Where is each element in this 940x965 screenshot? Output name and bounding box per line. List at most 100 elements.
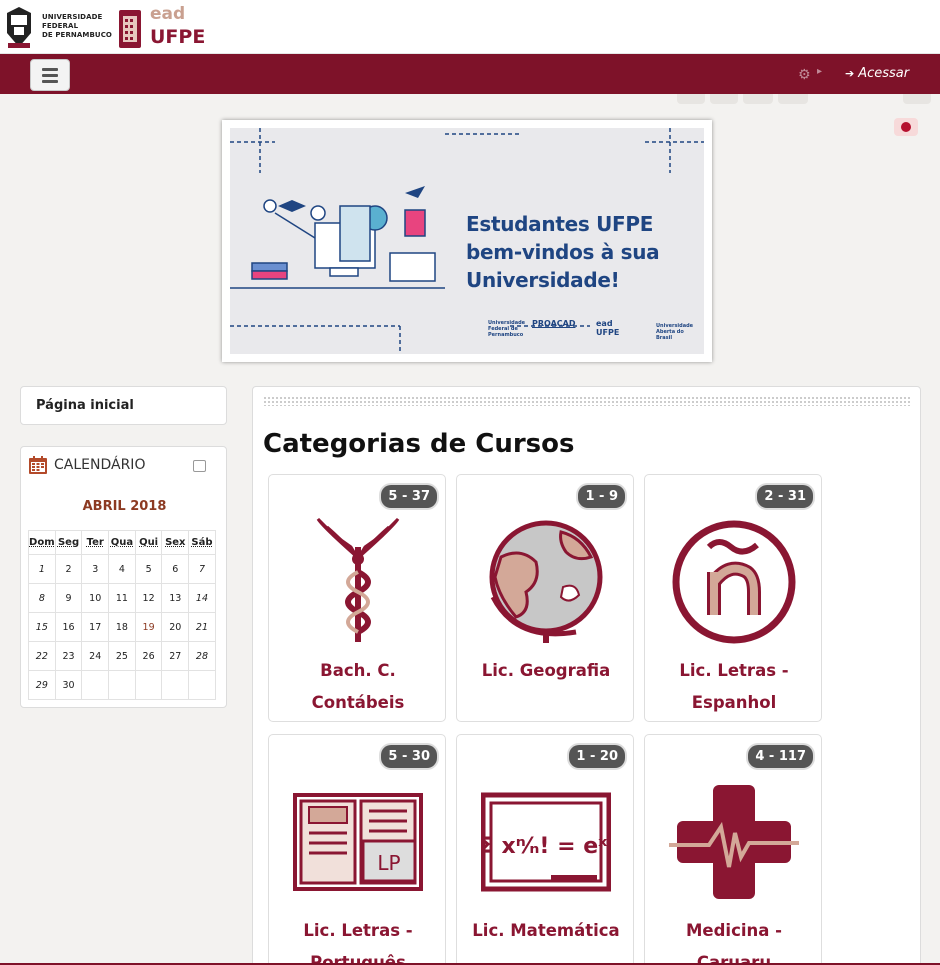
calendar-day[interactable]: 29 — [28, 670, 56, 700]
main-content: Categorias de Cursos 5 - 37 Bach. C. Con… — [252, 386, 921, 965]
calendar-day[interactable]: 21 — [188, 612, 216, 642]
calendar-block: CALENDÁRIO ABRIL 2018 Dom Seg Ter Qua Qu… — [20, 446, 227, 708]
toolbar-button[interactable] — [778, 94, 808, 104]
toolbar-button[interactable] — [903, 94, 931, 104]
calendar-day[interactable]: 18 — [108, 612, 136, 642]
calendar-day[interactable]: 6 — [161, 554, 190, 584]
calendar-day[interactable]: 7 — [188, 554, 216, 584]
calendar-day[interactable]: 30 — [54, 670, 83, 700]
calendar-day[interactable]: 11 — [108, 583, 136, 613]
calendar-day[interactable]: 19 — [134, 612, 163, 642]
partner-proacad: PROACAD — [532, 319, 576, 328]
gear-icon[interactable]: ⚙ — [798, 67, 811, 83]
calendar-day[interactable]: 12 — [134, 583, 163, 613]
banner-headline: Estudantes UFPE bem-vindos à sua Univers… — [466, 210, 660, 294]
calendar-day[interactable]: 27 — [161, 641, 190, 671]
toolbar-button[interactable] — [677, 94, 705, 104]
site-header: Universidade Federal de Pernambuco ead U… — [0, 0, 940, 54]
home-page-label: Página inicial — [36, 398, 134, 413]
menu-toggle-button[interactable] — [30, 59, 70, 91]
record-button[interactable] — [894, 118, 918, 136]
login-link[interactable]: ➔ Acessar — [845, 66, 909, 81]
calendar-day[interactable]: 23 — [54, 641, 83, 671]
calendar-day[interactable]: 5 — [134, 554, 163, 584]
category-count-badge: 5 - 37 — [381, 485, 437, 508]
calendar-empty-cell — [161, 670, 190, 700]
calendar-day[interactable]: 10 — [81, 583, 110, 613]
category-count-badge: 1 - 20 — [569, 745, 625, 768]
category-name[interactable]: Lic. Geografia — [461, 655, 631, 687]
calendar-empty-cell — [81, 670, 110, 700]
category-card[interactable]: 1 - 20 Σ xⁿ⁄ₙ! = eˣ Lic. Matemática — [456, 734, 634, 965]
svg-text:Σ xⁿ⁄ₙ! = eˣ: Σ xⁿ⁄ₙ! = eˣ — [481, 834, 607, 859]
calendar-day[interactable]: 20 — [161, 612, 190, 642]
calendar-day[interactable]: 9 — [54, 583, 83, 613]
category-name[interactable]: Medicina - Caruaru — [649, 915, 819, 965]
weekday-header: Seg — [54, 530, 83, 555]
ead-logo-icon[interactable] — [118, 6, 142, 50]
weekday-header: Dom — [28, 530, 56, 555]
calendar-empty-cell — [134, 670, 163, 700]
university-name: Universidade Federal de Pernambuco — [42, 13, 112, 40]
category-count-badge: 5 - 30 — [381, 745, 437, 768]
weekday-header: Sáb — [188, 530, 216, 555]
category-card[interactable]: 5 - 30 LP Lic. Letras - Português — [268, 734, 446, 965]
calendar-day[interactable]: 13 — [161, 583, 190, 613]
home-page-link[interactable]: Página inicial — [20, 386, 227, 425]
calendar-day[interactable]: 26 — [134, 641, 163, 671]
caret-right-icon[interactable]: ▸ — [817, 66, 822, 77]
calendar-day[interactable]: 17 — [81, 612, 110, 642]
calendar-empty-cell — [108, 670, 136, 700]
hamburger-bar — [42, 73, 58, 77]
weekday-header: Qui — [134, 530, 163, 555]
hamburger-bar — [42, 79, 58, 83]
calendar-day[interactable]: 22 — [28, 641, 56, 671]
category-card[interactable]: 1 - 9 Lic. Geografia — [456, 474, 634, 722]
welcome-banner: Estudantes UFPE bem-vindos à sua Univers… — [222, 120, 712, 362]
university-name-line1: Universidade — [42, 13, 103, 21]
calendar-day[interactable]: 24 — [81, 641, 110, 671]
category-name[interactable]: Lic. Letras - Português — [273, 915, 443, 965]
calendar-day[interactable]: 25 — [108, 641, 136, 671]
toolbar-button[interactable] — [710, 94, 738, 104]
calendar-day[interactable]: 2 — [54, 554, 83, 584]
category-card[interactable]: 2 - 31 Lic. Letras - Espanhol — [644, 474, 822, 722]
category-count-badge: 2 - 31 — [757, 485, 813, 508]
category-name[interactable]: Lic. Matemática — [461, 915, 631, 947]
enye-icon — [672, 520, 796, 644]
calendar-header: CALENDÁRIO — [28, 455, 145, 475]
calendar-day[interactable]: 16 — [54, 612, 83, 642]
banner-line3: Universidade! — [466, 268, 620, 292]
svg-text:LP: LP — [377, 851, 400, 875]
calendar-days: 1 2 3 4 5 6 7 8 9 10 11 12 13 14 15 16 17 18 19 20 21 22 23 24 2… — [28, 554, 216, 700]
calendar-day[interactable]: 28 — [188, 641, 216, 671]
category-card[interactable]: 4 - 117 Medicina - Caruaru — [644, 734, 822, 965]
category-card[interactable]: 5 - 37 Bach. C. Contábeis — [268, 474, 446, 722]
calendar-week: 8 9 10 11 12 13 14 — [28, 583, 216, 613]
category-name[interactable]: Lic. Letras - Espanhol — [649, 655, 819, 719]
banner-line2: bem-vindos à sua — [466, 240, 660, 264]
calendar-day[interactable]: 3 — [81, 554, 110, 584]
toolbar-button[interactable] — [743, 94, 773, 104]
math-board-icon: Σ xⁿ⁄ₙ! = eˣ — [481, 792, 611, 892]
section-divider — [263, 396, 911, 406]
book-lp-icon: LP — [293, 793, 423, 891]
calendar-week: 1234567 — [28, 554, 216, 584]
calendar-month[interactable]: ABRIL 2018 — [21, 499, 228, 514]
category-name[interactable]: Bach. C. Contábeis — [273, 655, 443, 719]
calendar-day[interactable]: 15 — [28, 612, 56, 642]
category-count-badge: 1 - 9 — [578, 485, 625, 508]
dock-block-icon[interactable] — [193, 460, 206, 472]
calendar-icon — [29, 456, 47, 474]
ead-label: ead — [150, 4, 186, 24]
calendar-day[interactable]: 1 — [28, 554, 56, 584]
medical-cross-icon — [669, 785, 799, 899]
ufpe-logo[interactable] — [2, 3, 36, 51]
calendar-day[interactable]: 4 — [108, 554, 136, 584]
calendar-day[interactable]: 14 — [188, 583, 216, 613]
calendar-day[interactable]: 8 — [28, 583, 56, 613]
weekday-header: Ter — [81, 530, 110, 555]
calendar-title: CALENDÁRIO — [54, 457, 146, 473]
navbar: ⚙ ▸ ➔ Acessar — [0, 54, 940, 94]
banner-image: Estudantes UFPE bem-vindos à sua Univers… — [230, 128, 704, 354]
